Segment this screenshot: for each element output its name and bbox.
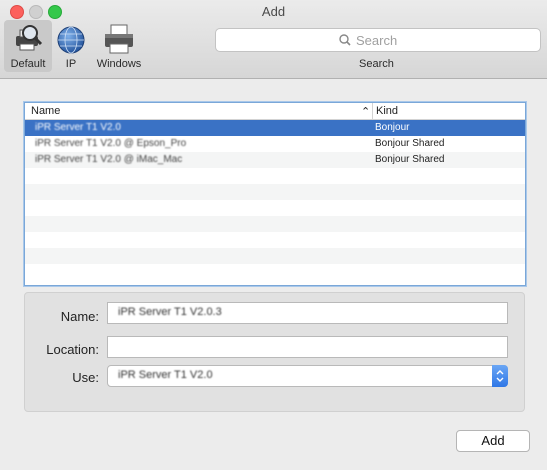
toolbar-ip-tab[interactable]: IP bbox=[52, 20, 90, 72]
toolbar-default-tab[interactable]: Default bbox=[4, 20, 52, 72]
list-row[interactable]: iPR Server T1 V2.0 Bonjour bbox=[25, 120, 525, 136]
empty-row bbox=[25, 248, 525, 264]
search-field[interactable]: Search bbox=[215, 28, 541, 52]
title-bar: Add Default IP Windows Search Search bbox=[0, 0, 547, 79]
list-row[interactable]: iPR Server T1 V2.0 @ Epson_Pro Bonjour S… bbox=[25, 136, 525, 152]
window-title: Add bbox=[261, 4, 286, 19]
empty-row bbox=[25, 168, 525, 184]
search-icon bbox=[339, 34, 351, 46]
name-field[interactable]: iPR Server T1 V2.0.3 bbox=[107, 302, 508, 324]
toolbar-default-label: Default bbox=[10, 58, 46, 70]
printer-icon bbox=[105, 24, 133, 54]
add-button[interactable]: Add bbox=[456, 430, 530, 452]
location-label: Location: bbox=[46, 342, 99, 357]
name-label: Name: bbox=[60, 309, 99, 324]
select-stepper[interactable] bbox=[492, 365, 508, 387]
kind-column-header[interactable]: Kind bbox=[376, 105, 398, 117]
printer-details-form: Name: iPR Server T1 V2.0.3 Location: Use… bbox=[24, 292, 525, 412]
search-placeholder: Search bbox=[356, 33, 398, 48]
name-column-header[interactable]: Name bbox=[31, 105, 60, 117]
list-header: Name ⌃ Kind bbox=[25, 103, 525, 120]
column-divider bbox=[372, 103, 373, 119]
use-label: Use: bbox=[72, 370, 99, 385]
row-kind: Bonjour Shared bbox=[375, 154, 445, 165]
toolbar-windows-tab[interactable]: Windows bbox=[92, 20, 146, 72]
chevron-updown-icon bbox=[496, 370, 504, 382]
empty-row bbox=[25, 200, 525, 216]
row-kind: Bonjour Shared bbox=[375, 138, 445, 149]
search-label: Search bbox=[359, 58, 394, 70]
empty-row bbox=[25, 232, 525, 248]
list-row[interactable]: iPR Server T1 V2.0 @ iMac_Mac Bonjour Sh… bbox=[25, 152, 525, 168]
row-name: iPR Server T1 V2.0 bbox=[35, 122, 121, 133]
name-field-value: iPR Server T1 V2.0.3 bbox=[118, 306, 222, 318]
use-select[interactable]: iPR Server T1 V2.0 bbox=[107, 365, 508, 387]
printer-list[interactable]: Name ⌃ Kind iPR Server T1 V2.0 Bonjour i… bbox=[24, 102, 526, 286]
row-kind: Bonjour bbox=[375, 122, 410, 133]
row-name: iPR Server T1 V2.0 @ Epson_Pro bbox=[35, 138, 187, 149]
empty-row bbox=[25, 264, 525, 280]
globe-icon bbox=[57, 26, 85, 54]
empty-row bbox=[25, 216, 525, 232]
sort-caret-icon: ⌃ bbox=[361, 106, 371, 118]
empty-row bbox=[25, 184, 525, 200]
row-name: iPR Server T1 V2.0 @ iMac_Mac bbox=[35, 154, 183, 165]
use-select-value: iPR Server T1 V2.0 bbox=[118, 369, 213, 381]
printer-magnifier-icon bbox=[16, 25, 43, 51]
toolbar-ip-label: IP bbox=[65, 58, 77, 70]
location-field[interactable] bbox=[107, 336, 508, 358]
toolbar-windows-label: Windows bbox=[96, 58, 142, 70]
